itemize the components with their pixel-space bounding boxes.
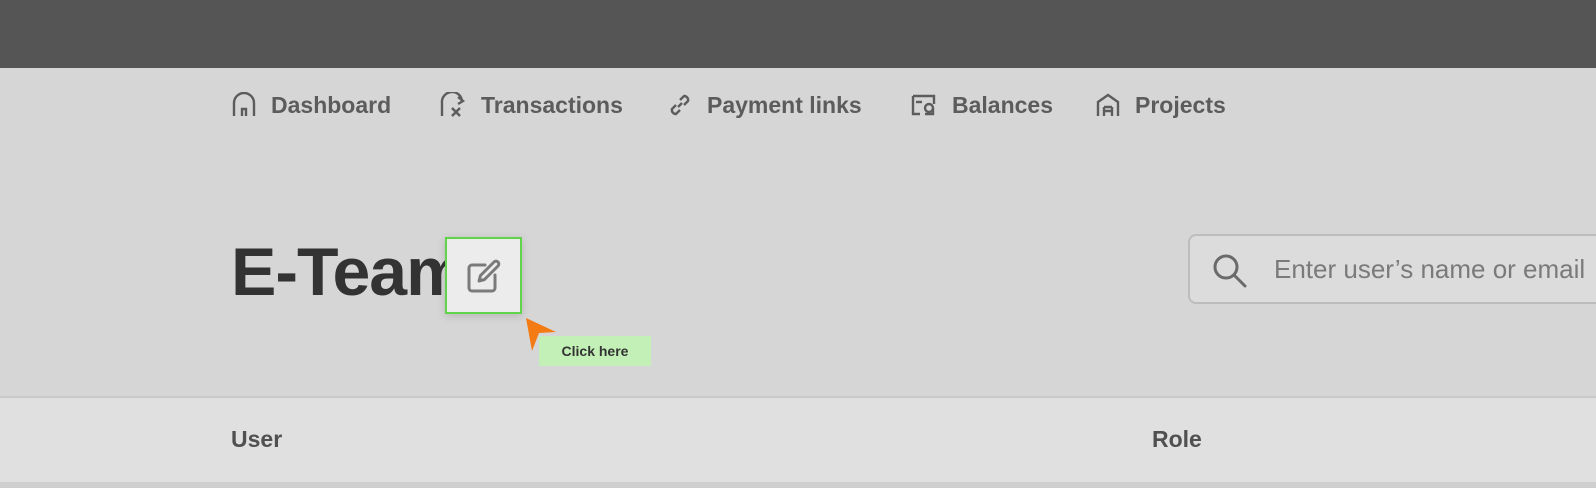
- nav-item-label: Transactions: [481, 91, 623, 118]
- page-title: E-Team: [231, 234, 467, 310]
- edit-icon: [467, 259, 500, 292]
- edit-title-button[interactable]: [445, 237, 522, 314]
- top-bar: [0, 0, 1596, 68]
- projects-icon: [1096, 93, 1120, 116]
- click-here-hint: Click here: [539, 336, 651, 366]
- nav-item-label: Payment links: [707, 91, 862, 118]
- nav-item-payment-links[interactable]: Payment links: [667, 90, 862, 120]
- nav-item-projects[interactable]: Projects: [1095, 90, 1226, 120]
- main-navigation: Dashboard Transactions Payment links Bal…: [0, 68, 1596, 140]
- balances-icon: [911, 94, 936, 116]
- table-border: [0, 482, 1596, 488]
- column-header-role[interactable]: Role: [1152, 426, 1202, 453]
- nav-item-balances[interactable]: Balances: [910, 90, 1053, 120]
- nav-item-label: Balances: [952, 91, 1054, 118]
- nav-item-dashboard[interactable]: Dashboard: [231, 90, 391, 120]
- column-header-user[interactable]: User: [231, 426, 282, 453]
- search-icon: [1213, 254, 1247, 288]
- page-header: E-Team Click here: [0, 140, 1596, 396]
- user-search-box[interactable]: [1188, 234, 1596, 304]
- nav-item-label: Projects: [1135, 91, 1226, 118]
- transactions-icon: [440, 92, 466, 117]
- nav-item-transactions[interactable]: Transactions: [439, 90, 623, 120]
- search-input[interactable]: [1274, 236, 1596, 302]
- nav-item-label: Dashboard: [271, 91, 392, 118]
- home-icon: [232, 92, 256, 116]
- table-header: User Role: [0, 398, 1596, 482]
- link-icon: [670, 94, 690, 116]
